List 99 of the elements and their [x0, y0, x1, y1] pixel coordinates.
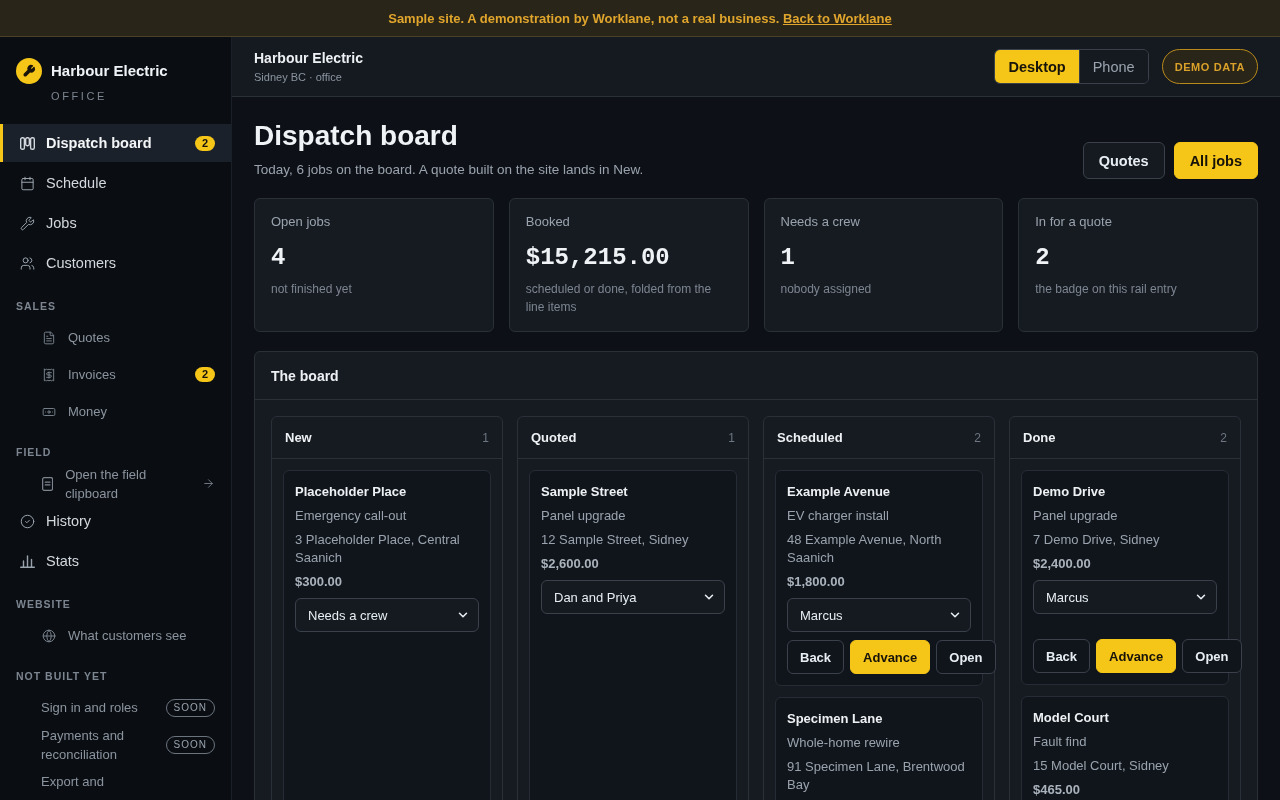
job-address: 91 Specimen Lane, Brentwood Bay — [787, 758, 966, 794]
receipt-icon — [42, 367, 56, 382]
job-address: 48 Example Avenue, North Saanich — [787, 531, 943, 567]
arrow-right-icon — [202, 477, 215, 490]
nav-link[interactable]: Invoices 2 — [0, 356, 231, 393]
stat-value: 1 — [780, 243, 796, 273]
primary-page-button[interactable]: All jobs — [1173, 142, 1258, 179]
crew-select[interactable]: Needs a crew — [295, 598, 479, 632]
job-price: $300.00 — [295, 573, 343, 591]
primary-action-button[interactable]: Advance — [1096, 639, 1177, 673]
stat-note: scheduled or done, folded from the line items — [525, 281, 713, 316]
job-price: $2,600.00 — [541, 555, 600, 573]
nav-link[interactable]: Schedule — [0, 164, 231, 202]
brand-name: Harbour Electric — [51, 61, 168, 81]
stat-note: nobody assigned — [780, 281, 873, 298]
job-title: Placeholder Place — [295, 483, 408, 501]
crew-select[interactable]: Marcus — [787, 598, 971, 632]
nav-section-heading: WEBSITE — [16, 597, 72, 611]
nav-link[interactable]: Money — [0, 393, 231, 430]
nav-link[interactable]: Open the field clipboard — [0, 465, 231, 502]
primary-action-button[interactable]: Advance — [850, 640, 931, 674]
job-price: $2,400.00 — [1033, 555, 1092, 573]
crew-select[interactable]: Dan and Priya — [541, 580, 725, 614]
job-service: EV charger install — [787, 507, 890, 525]
planned-feature-label: Export and — [41, 773, 105, 791]
nav-link[interactable]: Stats — [0, 542, 231, 580]
nav-link[interactable]: What customers see — [0, 617, 231, 654]
bar-chart-icon — [20, 554, 35, 568]
job-title: Sample Street — [541, 483, 629, 501]
nav-link[interactable]: Dispatch board 2 — [0, 124, 231, 162]
job-title: Specimen Lane — [787, 710, 884, 728]
page-button[interactable]: Quotes — [1082, 142, 1165, 179]
nav-link[interactable]: Quotes — [0, 319, 231, 356]
stat-note: the badge on this rail entry — [1035, 281, 1178, 298]
globe-icon — [42, 628, 56, 643]
column-title: Scheduled — [777, 430, 843, 445]
stat-label: Booked — [525, 214, 571, 230]
page-title: Dispatch board — [254, 119, 459, 153]
job-price: $1,800.00 — [787, 573, 846, 591]
nav-section-heading: NOT BUILT YET — [16, 669, 109, 683]
columns-icon — [20, 136, 35, 150]
job-service: Panel upgrade — [541, 507, 627, 525]
job-service: Fault find — [1033, 733, 1088, 751]
job-service: Whole-home rewire — [787, 734, 901, 752]
page-subtitle: Today, 6 jobs on the board. A quote built on the site lands in New. — [254, 161, 644, 179]
stat-label: In for a quote — [1035, 214, 1113, 230]
wrench-logo-icon — [16, 58, 42, 84]
card-action-button[interactable]: Back — [787, 640, 845, 674]
view-tab[interactable]: Phone — [1078, 50, 1148, 83]
stat-label: Needs a crew — [780, 214, 861, 230]
job-service: Panel upgrade — [1033, 507, 1119, 525]
business-location: Sidney BC · office — [254, 70, 343, 84]
job-address: 7 Demo Drive, Sidney — [1033, 531, 1161, 549]
nav-link[interactable]: Jobs — [0, 204, 231, 242]
column-title: Done — [1023, 430, 1056, 445]
back-link[interactable]: Back to Worklane — [782, 10, 892, 26]
job-title: Demo Drive — [1033, 483, 1107, 501]
stat-value: $15,215.00 — [525, 243, 671, 273]
demo-data-badge: DEMO DATA — [1161, 49, 1258, 84]
column-title: New — [285, 430, 312, 445]
job-address: 15 Model Court, Sidney — [1033, 757, 1170, 775]
planned-feature-label: Payments and reconciliation — [41, 726, 126, 764]
stat-value: 4 — [271, 243, 287, 273]
job-service: Emergency call-out — [295, 507, 408, 525]
nav-link[interactable]: Customers — [0, 244, 231, 282]
business-name: Harbour Electric — [254, 49, 363, 67]
check-circle-icon — [20, 513, 35, 529]
stat-value: 2 — [1035, 243, 1051, 273]
board-title: The board — [271, 367, 339, 384]
calendar-icon — [20, 175, 35, 191]
demo-notice: Sample site. A demonstration by Worklane, not a real business. Back to Worklane — [388, 10, 892, 26]
document-icon — [42, 330, 56, 345]
column-title: Quoted — [531, 430, 577, 445]
crew-select[interactable]: Marcus — [1033, 580, 1217, 614]
nav-section-heading: FIELD — [16, 445, 53, 459]
wrench-icon — [20, 215, 35, 231]
job-title: Model Court — [1033, 709, 1110, 727]
column-count: 2 — [974, 430, 981, 445]
job-address: 12 Sample Street, Sidney — [541, 531, 690, 549]
note-icon — [42, 476, 54, 491]
job-price: $465.00 — [1033, 781, 1081, 799]
count-badge: 2 — [195, 135, 215, 151]
stat-note: not finished yet — [271, 281, 353, 298]
users-icon — [20, 255, 35, 271]
stat-label: Open jobs — [271, 214, 332, 230]
job-address: 3 Placeholder Place, Central Saanich — [295, 531, 461, 567]
card-action-button[interactable]: Back — [1033, 639, 1091, 673]
column-count: 1 — [728, 430, 735, 445]
card-action-button[interactable]: Open — [1182, 639, 1242, 673]
column-count: 1 — [482, 430, 489, 445]
card-action-button[interactable]: Open — [936, 640, 996, 674]
job-title: Example Avenue — [787, 483, 892, 501]
nav-section-heading: SALES — [16, 299, 57, 313]
count-badge: 2 — [195, 367, 215, 382]
view-tab[interactable]: Desktop — [995, 50, 1079, 83]
column-count: 2 — [1220, 430, 1227, 445]
planned-feature-label: Sign in and roles — [41, 699, 139, 717]
brand-subtitle: OFFICE — [51, 89, 108, 103]
nav-link[interactable]: History — [0, 502, 231, 540]
